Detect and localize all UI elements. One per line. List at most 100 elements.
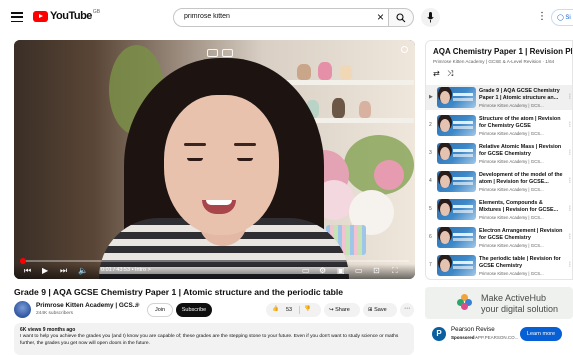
- presenter-face: [164, 95, 279, 235]
- save-button[interactable]: ⊞ Save: [363, 303, 397, 317]
- settings-icon[interactable]: ⚙: [319, 266, 326, 276]
- playlist-thumbnail: [437, 115, 476, 136]
- like-dislike-group: 👍 53 👎: [266, 303, 321, 317]
- playlist-item-index: 4: [429, 178, 432, 184]
- playlist-panel: AQA Chemistry Paper 1 | Revision Pl... P…: [425, 40, 573, 280]
- ad-banner[interactable]: Make ActiveHub your digital solution: [425, 287, 573, 319]
- playlist-item-title: Relative Atomic Mass | Revision for GCSE…: [479, 144, 562, 157]
- more-vert-icon[interactable]: ⋮: [567, 177, 572, 184]
- playlist-item[interactable]: 3 Relative Atomic Mass | Revision for GC…: [426, 141, 572, 166]
- more-vert-icon[interactable]: ⋮: [537, 11, 547, 22]
- playlist-item-channel: Primrose Kitten Academy | GCS...: [479, 158, 544, 164]
- theater-icon[interactable]: ▭: [355, 266, 363, 276]
- play-icon[interactable]: ▶: [42, 266, 48, 276]
- search-input[interactable]: [184, 13, 354, 20]
- playlist-item-channel: Primrose Kitten Academy | GCS...: [479, 186, 544, 192]
- channel-name[interactable]: Primrose Kitten Academy | GCS...: [36, 302, 138, 309]
- figurine: [359, 101, 371, 118]
- like-icon[interactable]: 👍: [272, 306, 279, 312]
- cast-icon[interactable]: ⊡: [373, 266, 380, 276]
- next-icon[interactable]: ⏭: [60, 266, 67, 276]
- playlist-item[interactable]: 2 Structure of the atom | Revision for C…: [426, 113, 572, 138]
- figurine: [340, 65, 352, 80]
- playlist-item[interactable]: 6 Electron Arrangement | Revision for GC…: [426, 225, 572, 250]
- playlist-item[interactable]: ▶ Grade 9 | AQA GCSE Chemistry Paper 1 |…: [426, 85, 572, 110]
- menu-icon[interactable]: [11, 12, 23, 23]
- more-vert-icon[interactable]: ⋮: [567, 149, 572, 156]
- flowers: [374, 160, 404, 190]
- info-icon[interactable]: [222, 49, 233, 57]
- figurine: [332, 98, 345, 118]
- shuffle-icon[interactable]: ⤨: [447, 69, 453, 79]
- playlist-item-title: Elements, Compounds & Mixtures | Revisio…: [479, 200, 559, 213]
- progress-bar[interactable]: [20, 258, 409, 264]
- verified-icon: ◉: [135, 302, 140, 308]
- sign-in-button[interactable]: ◯ Si: [551, 9, 573, 26]
- more-vert-icon[interactable]: ⋮: [567, 121, 572, 128]
- more-actions-button[interactable]: ⋯: [400, 303, 414, 317]
- playlist-thumbnail: [437, 87, 476, 108]
- description-box[interactable]: 6K views 9 months ago I want to help you…: [14, 323, 414, 355]
- figurine: [318, 62, 332, 80]
- subscribe-button[interactable]: Subscribe: [176, 303, 212, 317]
- more-vert-icon[interactable]: ⋮: [567, 93, 572, 100]
- save-icon: ⊞: [368, 307, 373, 313]
- sponsored-card[interactable]: P Pearson Revise Sponsored · APP.PEARSON…: [425, 322, 573, 348]
- more-vert-icon[interactable]: ⋮: [567, 261, 572, 268]
- share-button[interactable]: ↪ Share: [324, 303, 360, 317]
- voice-search-button[interactable]: [421, 8, 440, 27]
- playlist-thumbnail: [437, 255, 476, 276]
- card-icon[interactable]: [207, 49, 218, 57]
- player-controls: ⏮ ▶ ⏭ 🔈 0:01 / 43:53 • Intro > ▭ ⚙ ▣ ▭ ⊡…: [14, 264, 415, 279]
- playlist-item-title: The periodic table | Revision for GCSE C…: [479, 256, 561, 269]
- video-player[interactable]: ⏮ ▶ ⏭ 🔈 0:01 / 43:53 • Intro > ▭ ⚙ ▣ ▭ ⊡…: [14, 40, 415, 279]
- search-icon: [396, 13, 406, 23]
- playlist-item-channel: Primrose Kitten Academy | GCS...: [479, 214, 544, 220]
- fullscreen-icon[interactable]: ⛶: [392, 266, 398, 276]
- dislike-icon[interactable]: 👎: [304, 306, 311, 312]
- like-count: 53: [286, 307, 293, 313]
- volume-icon[interactable]: 🔈: [78, 266, 88, 276]
- search-box: [173, 8, 389, 27]
- playlist-thumbnail: [437, 143, 476, 164]
- miniplayer-icon[interactable]: ▣: [337, 266, 345, 276]
- player-top-icons: [207, 49, 233, 57]
- search-button[interactable]: [389, 8, 414, 27]
- advertiser-name: Pearson Revise: [451, 326, 495, 333]
- playlist-thumbnail: [437, 199, 476, 220]
- top-bar: YouTube GB × ⋮ ◯ Si: [0, 0, 573, 36]
- shelf: [284, 80, 414, 85]
- previous-icon[interactable]: ⏮: [24, 266, 31, 276]
- more-vert-icon[interactable]: ⋮: [567, 233, 572, 240]
- playlist-item-channel: Primrose Kitten Academy | GCS...: [479, 270, 544, 276]
- playlist-subtitle: Primrose Kitten Academy | GCSE & A-Level…: [433, 59, 555, 64]
- join-button[interactable]: Join: [147, 303, 173, 317]
- playlist-item-index: 5: [429, 206, 432, 212]
- ad-banner-line1: Make ActiveHub: [481, 293, 547, 303]
- youtube-logo-icon: [33, 10, 48, 22]
- playlist-item-title: Structure of the atom | Revision for Che…: [479, 116, 561, 129]
- loop-icon[interactable]: ⇄: [433, 69, 440, 78]
- user-icon: ◯: [557, 15, 564, 21]
- more-vert-icon[interactable]: ⋮: [567, 205, 572, 212]
- figurine: [297, 64, 311, 80]
- playlist-item-title: Grade 9 | AQA GCSE Chemistry Paper 1 | A…: [479, 88, 560, 101]
- sponsored-label: Sponsored ·: [451, 335, 478, 340]
- playlist-item-index: 7: [429, 262, 432, 268]
- playlist-title[interactable]: AQA Chemistry Paper 1 | Revision Pl...: [433, 47, 572, 56]
- playlist-item[interactable]: 5 Elements, Compounds & Mixtures | Revis…: [426, 197, 572, 222]
- subtitles-icon[interactable]: ▭: [302, 266, 310, 276]
- sign-in-label: Si: [565, 15, 571, 21]
- channel-avatar[interactable]: [14, 301, 31, 318]
- playlist-item[interactable]: 4 Development of the model of the atom |…: [426, 169, 572, 194]
- clear-icon[interactable]: ×: [377, 10, 384, 24]
- playlist-item[interactable]: 7 The periodic table | Revision for GCSE…: [426, 253, 572, 278]
- learn-more-button[interactable]: Learn more: [520, 327, 562, 341]
- playlist-item-index: 6: [429, 234, 432, 240]
- youtube-logo[interactable]: YouTube GB: [33, 9, 100, 22]
- share-label: Share: [335, 307, 350, 313]
- playlist-item-index: ▶: [429, 94, 433, 100]
- playlist-thumbnail: [437, 227, 476, 248]
- presenter-eye: [187, 158, 203, 161]
- info-circle-icon[interactable]: [401, 46, 408, 53]
